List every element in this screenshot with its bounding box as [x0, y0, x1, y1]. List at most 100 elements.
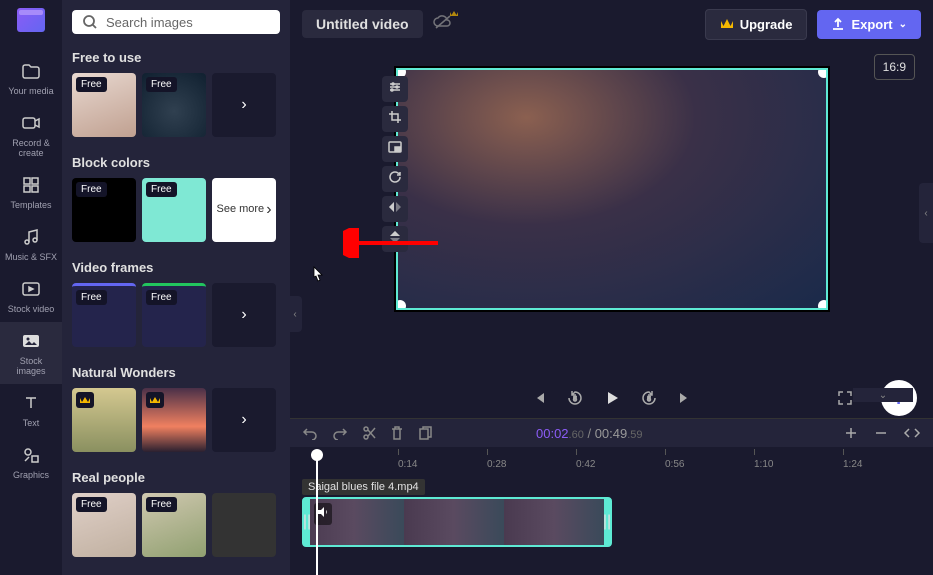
timeline-ruler[interactable]: 0:14 0:28 0:42 0:56 1:10 1:24: [290, 447, 933, 473]
section-natural-wonders: Natural Wonders ›: [72, 365, 280, 452]
crop-button[interactable]: [382, 106, 408, 132]
timeline-clip[interactable]: || ||: [302, 497, 612, 547]
see-more-card[interactable]: [212, 493, 276, 557]
ruler-mark: 1:10: [754, 459, 773, 470]
video-frame: [398, 70, 826, 308]
timeline-expand-tab[interactable]: ⌄: [853, 388, 913, 402]
rail-record-create[interactable]: Record & create: [0, 104, 62, 166]
playback-controls: 5 5 ?: [290, 378, 933, 418]
skip-end-button[interactable]: [677, 390, 693, 406]
free-badge: Free: [146, 290, 177, 305]
resize-handle-bl[interactable]: [396, 300, 406, 310]
color-card-teal[interactable]: Free: [142, 178, 206, 242]
ruler-mark: 0:56: [665, 459, 684, 470]
zoom-out-button[interactable]: [873, 425, 889, 441]
rail-music-sfx[interactable]: Music & SFX: [0, 218, 62, 270]
see-more-card[interactable]: ›: [212, 388, 276, 452]
redo-button[interactable]: [332, 426, 348, 440]
clip-trim-right[interactable]: ||: [604, 499, 610, 545]
rail-label: Templates: [10, 200, 51, 210]
frame-card[interactable]: Free: [142, 283, 206, 347]
see-more-card[interactable]: ›: [212, 73, 276, 137]
adjust-button[interactable]: [382, 76, 408, 102]
zoom-fit-button[interactable]: [903, 426, 921, 440]
rail-label: Graphics: [13, 470, 49, 480]
preview-area: 16:9 ‹: [290, 48, 933, 378]
chevron-right-icon: ›: [241, 411, 246, 429]
ruler-mark: 0:14: [398, 459, 417, 470]
free-badge: Free: [76, 497, 107, 512]
section-block-colors: Block colors Free Free See more ›: [72, 155, 280, 242]
rail-templates[interactable]: Templates: [0, 166, 62, 218]
timeline[interactable]: 0:14 0:28 0:42 0:56 1:10 1:24 Saigal blu…: [290, 447, 933, 575]
rail-label: Music & SFX: [5, 252, 57, 262]
rewind-button[interactable]: 5: [565, 388, 585, 408]
frame-card[interactable]: Free: [72, 283, 136, 347]
right-panel-expand-tab[interactable]: ‹: [919, 183, 933, 243]
sidebar-collapse-tab[interactable]: ‹: [288, 296, 302, 332]
ruler-mark: 1:24: [843, 459, 862, 470]
image-card[interactable]: Free: [142, 73, 206, 137]
rail-stock-images[interactable]: Stock images: [0, 322, 62, 384]
image-card[interactable]: Free: [72, 73, 136, 137]
rail-your-media[interactable]: Your media: [0, 52, 62, 104]
flip-h-button[interactable]: [382, 196, 408, 222]
main-area: Untitled video Upgrade Export ⌄ 16:9: [290, 0, 933, 575]
search-box[interactable]: [72, 10, 280, 34]
free-badge: Free: [76, 290, 107, 305]
undo-button[interactable]: [302, 426, 318, 440]
rotate-icon: [388, 170, 402, 189]
skip-start-button[interactable]: [531, 390, 547, 406]
image-card[interactable]: [72, 388, 136, 452]
video-preview[interactable]: [394, 66, 830, 312]
see-more-card[interactable]: ›: [212, 283, 276, 347]
see-more-block-colors[interactable]: See more ›: [212, 178, 276, 242]
upgrade-button[interactable]: Upgrade: [705, 9, 808, 40]
music-icon: [20, 226, 42, 248]
play-button[interactable]: [603, 389, 621, 407]
aspect-ratio-button[interactable]: 16:9: [874, 54, 915, 80]
rail-graphics[interactable]: Graphics: [0, 436, 62, 488]
color-card-black[interactable]: Free: [72, 178, 136, 242]
current-time: 00:02: [536, 426, 569, 441]
duplicate-button[interactable]: [418, 425, 432, 441]
free-badge: Free: [146, 77, 177, 92]
rail-stock-video[interactable]: Stock video: [0, 270, 62, 322]
fullscreen-button[interactable]: [837, 390, 853, 406]
resize-handle-br[interactable]: [818, 300, 828, 310]
export-button[interactable]: Export ⌄: [817, 10, 921, 39]
chevron-right-icon: ›: [266, 201, 271, 219]
rail-label: Stock video: [8, 304, 55, 314]
search-input[interactable]: [106, 15, 282, 30]
add-track-button[interactable]: [843, 425, 859, 441]
image-card[interactable]: Free: [72, 493, 136, 557]
flip-h-icon: [388, 200, 402, 219]
section-real-people: Real people Free Free: [72, 470, 280, 557]
playhead[interactable]: [316, 451, 318, 575]
clip-name-label: Saigal blues file 4.mp4: [302, 479, 425, 495]
premium-badge: [76, 392, 94, 408]
project-title[interactable]: Untitled video: [302, 10, 423, 38]
crown-icon: [720, 18, 734, 30]
image-icon: [20, 330, 42, 352]
image-card[interactable]: [142, 388, 206, 452]
preview-clip-selection[interactable]: [396, 68, 828, 310]
pip-button[interactable]: [382, 136, 408, 162]
delete-button[interactable]: [390, 425, 404, 441]
premium-badge: [146, 392, 164, 408]
image-card[interactable]: Free: [142, 493, 206, 557]
rail-label: Record & create: [4, 138, 58, 158]
topbar: Untitled video Upgrade Export ⌄: [290, 0, 933, 48]
timeline-toolbar: 00:02.60 / 00:49.59: [290, 418, 933, 447]
flip-v-button[interactable]: [382, 226, 408, 252]
rail-text[interactable]: Text: [0, 384, 62, 436]
free-badge: Free: [76, 77, 107, 92]
sidebar-panel: Free to use Free Free › Block colors Fre…: [62, 0, 290, 575]
rotate-button[interactable]: [382, 166, 408, 192]
section-free-to-use: Free to use Free Free ›: [72, 50, 280, 137]
chevron-down-icon: ⌄: [899, 19, 907, 30]
timecode-display: 00:02.60 / 00:49.59: [536, 426, 643, 441]
section-title: Block colors: [72, 155, 280, 170]
forward-button[interactable]: 5: [639, 388, 659, 408]
split-button[interactable]: [362, 425, 376, 441]
